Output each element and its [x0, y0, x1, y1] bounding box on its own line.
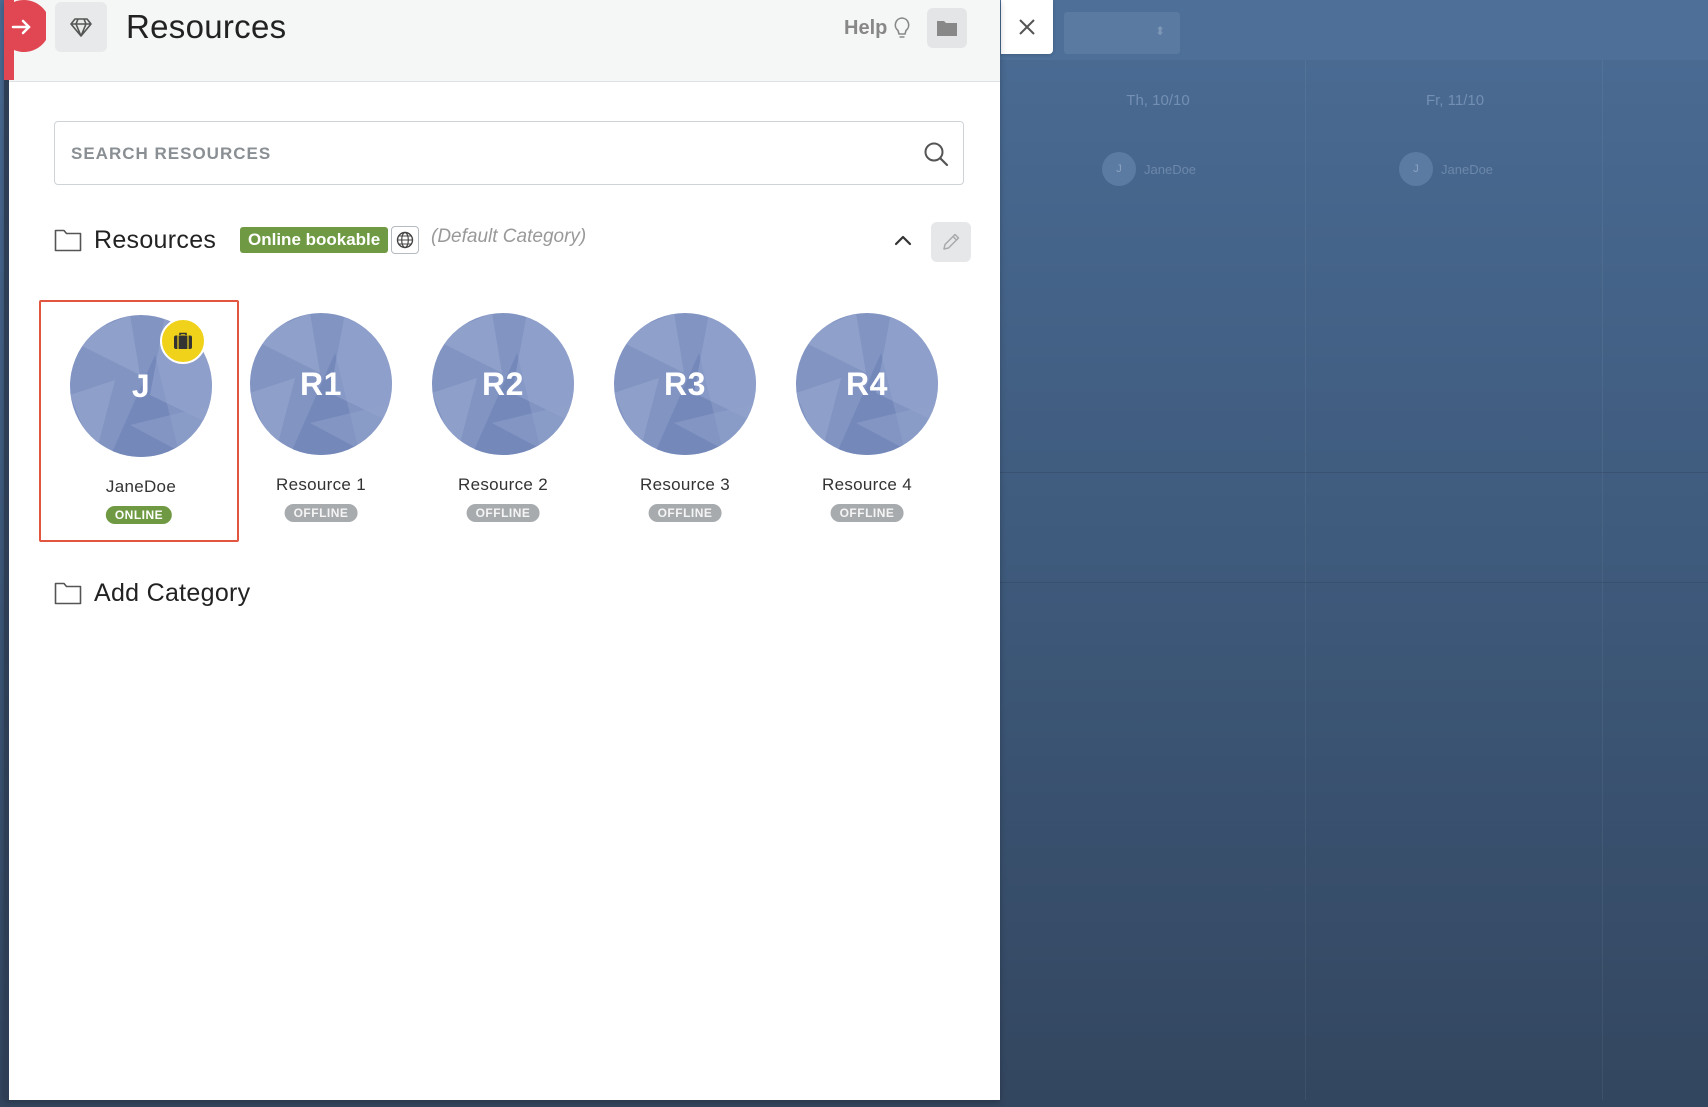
status-badge: OFFLINE	[284, 504, 358, 522]
day-header: Th, 10/10	[1126, 92, 1190, 109]
sort-arrows-icon: ⬍	[1155, 24, 1166, 38]
close-icon	[1019, 19, 1035, 35]
resource-card-2[interactable]: R2 Resource 2 OFFLINE	[403, 300, 603, 542]
day-column-divider	[1305, 60, 1306, 1100]
avatar: R4	[796, 313, 938, 455]
arrow-right-icon	[4, 0, 50, 80]
folder-button[interactable]	[927, 8, 967, 48]
chip-label: JaneDoe	[1441, 161, 1494, 177]
online-bookable-badge: Online bookable	[240, 227, 389, 253]
avatar-initials: R4	[846, 365, 888, 402]
diamond-icon	[70, 18, 92, 37]
pencil-icon	[943, 233, 960, 250]
resource-name: Resource 1	[276, 475, 366, 494]
avatar-initials: R1	[300, 365, 342, 402]
avatar: R1	[250, 313, 392, 455]
briefcase-icon	[174, 332, 192, 349]
page-title: Resources	[126, 8, 287, 45]
resource-card-1[interactable]: R1 Resource 1 OFFLINE	[221, 300, 421, 542]
help-label: Help	[844, 16, 888, 39]
avatar: J	[1102, 152, 1136, 186]
panel-header: Resources Help	[4, 0, 1000, 82]
resources-panel: Resources Help Resources Online bookable	[4, 0, 1000, 1100]
day-header: Fr, 11/10	[1425, 92, 1485, 109]
resource-card-janedoe[interactable]: J JaneDoe ONLINE	[39, 300, 239, 542]
resource-name: Resource 3	[640, 475, 730, 494]
avatar-initials: R2	[482, 365, 524, 402]
header-icon-box	[55, 2, 107, 52]
status-badge: OFFLINE	[466, 504, 540, 522]
help-link[interactable]: Help	[844, 16, 911, 40]
edit-category-button[interactable]	[931, 222, 971, 262]
avatar: R3	[614, 313, 756, 455]
add-category-label: Add Category	[94, 579, 251, 607]
calendar-resource-chip: J JaneDoe	[1102, 152, 1196, 186]
status-badge: ONLINE	[105, 506, 173, 524]
avatar: R2	[432, 313, 574, 455]
avatar: J	[1399, 152, 1433, 186]
status-badge: OFFLINE	[648, 504, 722, 522]
globe-button[interactable]	[391, 226, 419, 254]
category-name: Resources	[94, 226, 217, 254]
search-input[interactable]	[69, 122, 893, 186]
folder-icon	[937, 21, 957, 36]
globe-icon	[396, 231, 414, 249]
resource-name: Resource 4	[822, 475, 912, 494]
briefcase-badge	[160, 318, 206, 364]
chip-label: JaneDoe	[1144, 161, 1197, 177]
close-panel-button[interactable]	[1001, 0, 1053, 54]
folder-icon	[54, 582, 82, 605]
grid-line	[1000, 582, 1708, 583]
day-column-divider	[1602, 60, 1603, 1100]
resource-name: Resource 2	[458, 475, 548, 494]
folder-icon	[54, 229, 82, 252]
category-header: Resources Online bookable (Default Categ…	[54, 222, 971, 262]
avatar-initials: R3	[664, 365, 706, 402]
status-badge: OFFLINE	[830, 504, 904, 522]
search-icon[interactable]	[923, 141, 949, 167]
lightbulb-icon	[894, 17, 910, 38]
resource-card-4[interactable]: R4 Resource 4 OFFLINE	[767, 300, 967, 542]
resource-name: JaneDoe	[105, 477, 177, 496]
search-field	[54, 121, 964, 186]
grid-line	[1000, 472, 1708, 473]
resource-card-3[interactable]: R3 Resource 3 OFFLINE	[585, 300, 785, 542]
chevron-up-icon[interactable]	[894, 234, 912, 246]
default-category-label: (Default Category)	[431, 226, 587, 247]
back-button[interactable]	[4, 0, 50, 80]
calendar-resource-chip: J JaneDoe	[1399, 152, 1493, 186]
